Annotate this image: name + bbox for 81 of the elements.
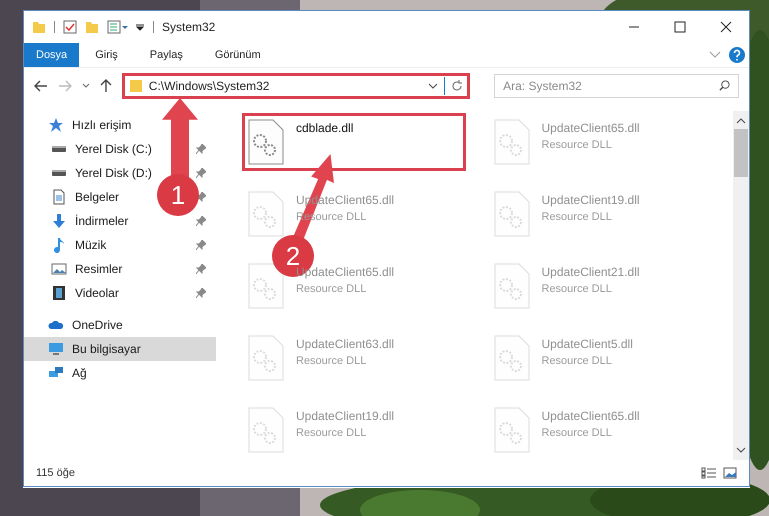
file-name: UpdateClient21.dll	[542, 264, 640, 281]
pin-icon[interactable]	[196, 168, 206, 178]
gear-file-icon	[494, 263, 530, 309]
monitor-icon	[48, 341, 64, 357]
back-arrow-icon[interactable]	[34, 80, 48, 92]
pin-icon[interactable]	[196, 288, 206, 298]
sidebar-label[interactable]: Videolar	[75, 284, 119, 302]
checklist-icon[interactable]	[63, 20, 77, 34]
pin-icon[interactable]	[196, 192, 206, 202]
gear-file-icon	[494, 119, 530, 165]
film-icon	[51, 285, 67, 301]
gear-file-icon	[494, 407, 530, 453]
pin-icon[interactable]	[196, 144, 206, 154]
file-name: UpdateClient63.dll	[296, 336, 394, 353]
pin-icon[interactable]	[196, 216, 206, 226]
sidebar-label[interactable]: Müzik	[75, 236, 106, 254]
sidebar-label[interactable]: Hızlı erişim	[72, 116, 132, 134]
gear-file-icon	[248, 407, 284, 453]
scrollbar[interactable]	[733, 111, 749, 460]
gear-file-icon	[248, 263, 284, 309]
chevron-down-icon[interactable]	[82, 82, 90, 88]
details-view-icon[interactable]	[701, 467, 717, 479]
sidebar-label[interactable]: OneDrive	[72, 316, 123, 334]
pin-icon[interactable]	[196, 264, 206, 274]
search-field[interactable]: Ara: System32	[494, 74, 740, 98]
gear-file-icon	[494, 191, 530, 237]
file-type: Resource DLL	[542, 426, 613, 441]
sidebar-label[interactable]: Resimler	[75, 260, 122, 278]
pin-icon[interactable]	[196, 240, 206, 250]
dropdown-icon[interactable]	[135, 22, 145, 32]
ribbon-tab[interactable]: Paylaş	[138, 43, 195, 67]
chevron-down-icon[interactable]	[736, 446, 746, 454]
file-item[interactable]: cdblade.dll	[242, 113, 466, 171]
large-icons-view-icon[interactable]	[723, 467, 737, 479]
gear-file-icon	[248, 335, 284, 381]
sidebar-label[interactable]: Ağ	[72, 364, 87, 382]
file-type: Resource DLL	[542, 282, 613, 297]
download-arrow-icon	[51, 213, 67, 229]
gear-file-icon	[494, 335, 530, 381]
ribbon-tab[interactable]: Giriş	[83, 43, 130, 67]
drive-icon	[51, 146, 67, 152]
file-type: Resource DLL	[542, 210, 613, 225]
file-type: Resource DLL	[542, 354, 613, 369]
gear-file-icon	[248, 191, 284, 237]
file-name: cdblade.dll	[296, 120, 354, 137]
file-name: UpdateClient65.dll	[542, 120, 640, 137]
file-type: Resource DLL	[542, 138, 613, 153]
sidebar-label[interactable]: Yerel Disk (C:)	[75, 140, 152, 158]
sidebar-label[interactable]: Yerel Disk (D:)	[75, 164, 152, 182]
item-count: 115 öğe	[36, 466, 76, 481]
chevron-up-icon[interactable]	[736, 117, 746, 125]
file-type: Resource DLL	[296, 354, 368, 369]
file-name: UpdateClient19.dll	[542, 192, 640, 209]
sidebar-item[interactable]: Bu bilgisayar	[24, 337, 216, 361]
window-title: System32	[162, 19, 216, 36]
drive-icon	[51, 170, 67, 176]
address-path: C:\Windows\System32	[148, 78, 270, 94]
scrollbar-thumb[interactable]	[734, 129, 748, 177]
file-name: UpdateClient19.dll	[296, 408, 394, 425]
gear-file-icon	[248, 119, 284, 165]
file-name: UpdateClient65.dll	[542, 408, 640, 425]
folder-icon	[128, 78, 143, 92]
sidebar-label[interactable]: Bu bilgisayar	[72, 340, 141, 358]
sidebar-label[interactable]: Belgeler	[75, 188, 120, 206]
file-name: UpdateClient5.dll	[542, 336, 633, 353]
help-icon[interactable]	[729, 47, 745, 63]
address-bar[interactable]: C:\Windows\System32	[122, 72, 470, 98]
sidebar-label[interactable]: İndirmeler	[75, 212, 128, 230]
ribbon-tab[interactable]: Görünüm	[202, 43, 273, 67]
ribbon-tab[interactable]: Dosya	[24, 43, 80, 67]
file-type: Resource DLL	[296, 282, 368, 297]
chevron-down-icon[interactable]	[428, 82, 438, 88]
image-icon	[51, 261, 67, 277]
file-type: Resource DLL	[296, 426, 368, 441]
search-icon	[719, 80, 730, 91]
star-icon	[48, 117, 64, 133]
search-input[interactable]: Ara: System32	[503, 76, 720, 94]
refresh-icon[interactable]	[451, 80, 464, 92]
up-arrow-icon[interactable]	[100, 78, 112, 92]
properties-icon[interactable]	[107, 20, 129, 34]
document-icon	[51, 189, 67, 205]
